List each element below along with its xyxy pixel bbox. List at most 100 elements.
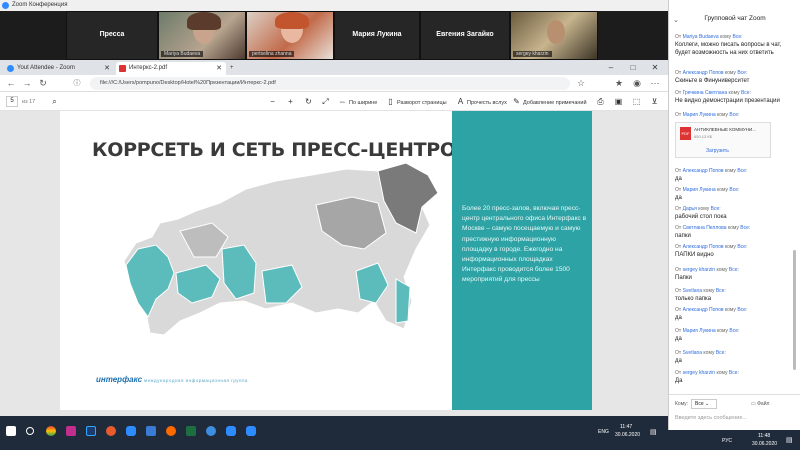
search-pdf-icon[interactable]: ⌕	[50, 96, 61, 108]
message-recipient: Все	[732, 34, 742, 40]
message-text: папки	[675, 233, 691, 239]
word-icon[interactable]	[146, 426, 156, 436]
chat-scrollbar[interactable]	[793, 250, 796, 370]
zoom-app-icon[interactable]	[246, 426, 256, 436]
message-sender[interactable]: Svetlana	[683, 350, 702, 356]
close-tab-icon[interactable]: ✕	[216, 62, 222, 75]
fit-page-icon[interactable]: ⤢	[321, 96, 332, 108]
message-sender[interactable]: Александр Попов	[683, 244, 724, 250]
page-layout-icon: ▯	[388, 97, 393, 106]
add-notes-button[interactable]: ✎ Добавление примечаний	[512, 96, 586, 108]
message-text: только папка	[675, 296, 712, 302]
firefox-icon[interactable]	[106, 426, 116, 436]
message-recipient: Все	[737, 70, 746, 76]
file-card[interactable]: PDF АНТИКЛЕВНЫЕ КОММУНИ... 650.13 КБ Заг…	[675, 122, 771, 158]
close-tab-icon[interactable]: ✕	[104, 62, 110, 75]
message-sender[interactable]: Александр Попов	[683, 168, 724, 174]
info-icon[interactable]: ⓘ	[70, 77, 84, 90]
pin-toolbar-icon[interactable]: ⊻	[650, 96, 661, 108]
video-tile[interactable]: sergey kharzin	[510, 11, 598, 60]
chat-title: Групповой чат Zoom	[704, 15, 766, 22]
participant-caption: pertselina zhanna	[249, 51, 295, 57]
page-layout-button[interactable]: ▯ Разворот страницы	[386, 96, 446, 108]
browser-tab-active[interactable]: Интеркс-2.pdf ✕	[116, 62, 226, 75]
message-meta: От Мария Лукина кому Все:	[675, 328, 740, 334]
new-tab-button[interactable]: +	[228, 62, 240, 75]
page-number-input[interactable]: 5	[6, 96, 18, 107]
read-aloud-button[interactable]: A Прочесть вслух	[456, 96, 507, 108]
file-button[interactable]: ▭ Файл	[751, 401, 769, 407]
browser-tab[interactable]: Yout Attendee - Zoom ✕	[4, 62, 114, 75]
message-text: Скиньте в Финуниверситет	[675, 78, 750, 84]
minimize-icon[interactable]: –	[600, 60, 622, 75]
message-text: Коллеги, можно писать вопросы в чат, буд…	[675, 42, 782, 56]
edge-icon[interactable]	[206, 426, 216, 436]
clock-date-outer[interactable]: 30.06.2020	[752, 441, 777, 447]
message-input[interactable]: Введите здесь сообщение...	[675, 415, 795, 421]
message-meta: От Александр Попов кому Все:	[675, 70, 748, 76]
refresh-icon[interactable]: ↻	[36, 77, 50, 90]
search-icon[interactable]	[26, 427, 34, 435]
participant-caption: Mariya Budaeva	[161, 51, 204, 57]
close-icon[interactable]: ✕	[644, 60, 666, 75]
message-sender[interactable]: Александр Попов	[683, 70, 724, 76]
message-sender[interactable]: Дарья	[683, 206, 697, 212]
maximize-icon[interactable]: □	[622, 60, 644, 75]
fit-width-button[interactable]: ⇔ По ширине	[338, 96, 378, 108]
message-sender[interactable]: Мария Лукина	[683, 112, 716, 118]
save-icon[interactable]: ▣	[614, 96, 625, 108]
indesign-icon[interactable]	[66, 426, 76, 436]
message-sender[interactable]: Светлана Пеллова	[683, 225, 727, 231]
clock-time[interactable]: 11:47	[620, 424, 632, 430]
back-icon[interactable]: ←	[4, 77, 18, 90]
video-tile[interactable]: Пресса	[66, 11, 158, 60]
print-icon[interactable]: ⎙	[596, 96, 607, 108]
chrome-icon[interactable]	[46, 426, 56, 436]
message-sender[interactable]: Мария Лукина	[683, 187, 716, 193]
message-sender[interactable]: Гречкина Светлана	[683, 90, 728, 96]
message-recipient: Все	[715, 350, 725, 356]
participant-hair	[187, 12, 221, 30]
zoom-app-icon[interactable]	[126, 426, 136, 436]
rotate-icon[interactable]: ↻	[304, 96, 315, 108]
message-sender[interactable]: Мария Лукина	[683, 328, 716, 334]
address-bar: ← → ↻ ⓘ file:///C:/Users/pompuno/Desktop…	[0, 75, 668, 92]
clock-date[interactable]: 30.06.2020	[615, 432, 640, 438]
photoshop-icon[interactable]	[86, 426, 96, 436]
message-sender[interactable]: Mariya Budaeva	[683, 34, 719, 40]
recipient-select[interactable]: Все ⌄	[691, 399, 717, 409]
pdf-viewport[interactable]: КОРРСЕТЬ И СЕТЬ ПРЕСС-ЦЕНТРОВ интерфакс …	[0, 111, 668, 416]
url-field[interactable]: file:///C:/Users/pompuno/Desktop/Hotel%2…	[90, 77, 570, 90]
zoom-out-icon[interactable]: −	[268, 96, 279, 108]
download-button[interactable]: Загрузить	[706, 148, 729, 154]
more-menu-icon[interactable]: ⋯	[648, 77, 662, 90]
profile-icon[interactable]: ◉	[630, 77, 644, 90]
chat-message: От Александр Попов кому Все: ПАПКИ видно	[675, 244, 795, 259]
message-recipient: Все	[729, 112, 739, 118]
message-sender[interactable]: Svetlana	[683, 288, 702, 294]
message-sender[interactable]: sergey kharzin	[683, 267, 716, 273]
chat-message: От Александр Попов кому Все: да	[675, 307, 795, 322]
zoom-app-icon[interactable]	[226, 426, 236, 436]
video-tile[interactable]: Мария Лукина	[334, 11, 420, 60]
clock-time-outer[interactable]: 11:48	[758, 433, 770, 439]
language-indicator[interactable]: ENG	[598, 429, 609, 435]
notifications-icon-outer[interactable]: ▤	[786, 436, 793, 444]
message-sender[interactable]: sergey kharzin	[683, 370, 716, 376]
browser-tabbar: Yout Attendee - Zoom ✕ Интеркс-2.pdf ✕ +…	[0, 60, 668, 75]
favorite-icon[interactable]: ☆	[574, 77, 588, 90]
save-as-icon[interactable]: ⬚	[632, 96, 643, 108]
notifications-icon[interactable]: ▤	[650, 428, 657, 436]
zoom-in-icon[interactable]: +	[286, 96, 297, 108]
video-tile[interactable]: pertselina zhanna	[246, 11, 334, 60]
app-icon[interactable]	[166, 426, 176, 436]
video-tile[interactable]: Mariya Budaeva	[158, 11, 246, 60]
windows-taskbar-outer: РУС 11:48 30.06.2020 ▤	[668, 430, 800, 450]
windows-start-icon[interactable]	[6, 426, 16, 436]
forward-icon[interactable]: →	[20, 77, 34, 90]
favorites-bar-icon[interactable]: ★	[612, 77, 626, 90]
excel-icon[interactable]	[186, 426, 196, 436]
language-indicator-outer[interactable]: РУС	[722, 438, 732, 444]
video-tile[interactable]: Евгения Загайко	[420, 11, 510, 60]
message-sender[interactable]: Александр Попов	[683, 307, 724, 313]
